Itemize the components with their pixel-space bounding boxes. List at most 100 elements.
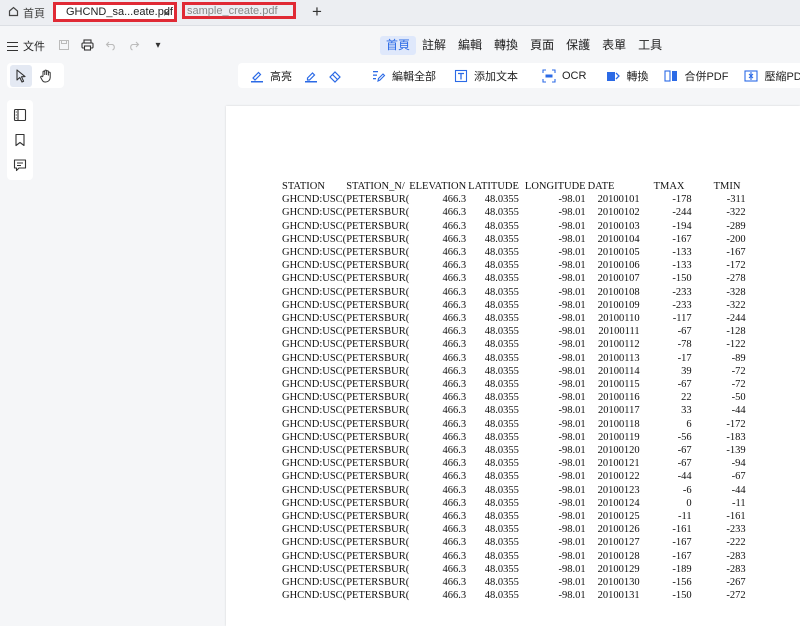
underline-tool-button[interactable] [304,69,324,83]
table-cell: -267 [726,577,746,589]
tab-protect[interactable]: 保護 [560,36,596,55]
redo-icon[interactable] [127,38,141,52]
table-cell: 466.3 [442,537,467,549]
table-cell: -98.01 [558,405,586,417]
comment-icon[interactable] [12,157,28,173]
table-cell: PETERSBUR( [346,247,410,259]
convert-button[interactable]: 轉換 [606,68,648,84]
table-cell: 20100106 [597,260,640,272]
cursor-icon[interactable] [10,64,32,87]
save-icon[interactable] [57,38,71,52]
action-toolbar: 高亮 編輯全部 添加文本 OCR 轉換 合併PDF 壓縮PD [0,62,800,90]
table-cell: -98.01 [558,497,586,509]
tab-home[interactable]: 首頁 [8,4,45,22]
table-cell: 20100101 [597,194,640,206]
table-cell: -133 [672,260,692,272]
table-cell: -11 [731,497,746,509]
tab-convert[interactable]: 轉換 [488,36,524,55]
table-cell: 466.3 [442,590,467,602]
table-cell: 48.0355 [484,484,519,496]
compress-icon [744,69,759,83]
table-cell: -98.01 [558,563,586,575]
tab-document-inactive[interactable]: sample_create.pdf [182,2,296,19]
table-cell: -98.01 [558,313,586,325]
column-header: DATE [587,181,615,192]
add-text-label: 添加文本 [474,70,518,83]
table-row: GHCND:USC(PETERSBUR(466.3 48.0355 -98.01 20… [282,352,746,365]
eraser-tool-button[interactable] [328,69,348,83]
table-cell: 48.0355 [484,497,519,509]
new-tab-button[interactable]: + [312,2,322,22]
table-cell: -328 [726,286,746,298]
tab-document-active[interactable]: GHCND_sa...eate.pdf × [53,2,177,22]
column-header: TMAX [653,181,685,192]
table-cell: 48.0355 [484,590,519,602]
table-cell: PETERSBUR( [346,431,410,443]
table-cell: PETERSBUR( [346,418,410,430]
merge-pdf-button[interactable]: 合併PDF [664,68,728,84]
table-cell: GHCND:USC( [282,379,347,391]
table-header-row: STATION STATION_N/ ELEVATION LATITUDE LO… [282,180,746,193]
tab-form[interactable]: 表單 [596,36,632,55]
table-row: GHCND:USC(PETERSBUR(466.3 48.0355 -98.01 20… [282,391,746,404]
table-cell: 20100103 [597,220,640,232]
table-cell: -11 [677,511,692,523]
table-cell: 20100105 [597,247,640,259]
table-cell: 466.3 [442,458,467,470]
tab-home-ribbon[interactable]: 首頁 [380,36,417,55]
underline-pen-icon [304,69,318,83]
close-icon[interactable]: × [163,6,170,20]
table-cell: -278 [726,273,746,285]
file-menu-button[interactable]: 文件 [7,38,45,54]
add-text-button[interactable]: 添加文本 [454,68,518,84]
table-cell: GHCND:USC( [282,260,347,272]
more-dropdown-icon[interactable]: ▾ [151,38,165,52]
compress-pdf-button[interactable]: 壓縮PDF [744,68,800,84]
ribbon-tabs: 首頁 註解 編輯 轉換 頁面 保護 表單 工具 [380,36,668,55]
menu-icon [7,41,18,51]
hand-icon[interactable] [35,65,57,87]
table-cell: GHCND:USC( [282,365,347,377]
table-cell: -98.01 [558,207,586,219]
print-icon[interactable] [80,38,94,52]
table-cell: 48.0355 [484,379,519,391]
thumbnails-icon[interactable] [12,107,28,123]
tab-annotate[interactable]: 註解 [416,36,452,55]
table-cell: -50 [731,392,746,404]
table-cell: -167 [672,537,692,549]
table-cell: -289 [726,220,746,232]
pdf-editor-window: 首頁 GHCND_sa...eate.pdf × sample_create.p… [0,0,800,626]
tab-page[interactable]: 頁面 [524,36,560,55]
table-row: GHCND:USC(PETERSBUR(466.3 48.0355 -98.01 20… [282,286,746,299]
tab-tools[interactable]: 工具 [632,36,668,55]
table-cell: -98.01 [558,577,586,589]
table-cell: PETERSBUR( [346,511,410,523]
table-cell: GHCND:USC( [282,497,347,509]
ocr-button[interactable]: OCR [542,68,586,83]
merge-pdf-label: 合併PDF [684,70,729,83]
table-cell: 20100125 [597,511,640,523]
tab-document-label: sample_create.pdf [187,4,278,17]
table-cell: PETERSBUR( [346,577,410,589]
table-cell: -322 [726,207,746,219]
bookmark-icon[interactable] [12,132,28,148]
table-cell: GHCND:USC( [282,537,347,549]
highlight-button[interactable]: 高亮 [250,68,292,84]
table-row: GHCND:USC(PETERSBUR(466.3 48.0355 -98.01 20… [282,550,746,563]
eraser-icon [328,69,342,83]
table-cell: -98.01 [558,511,586,523]
table-cell: PETERSBUR( [346,524,410,536]
table-cell: 48.0355 [484,537,519,549]
table-cell: 466.3 [442,247,467,259]
table-cell: 466.3 [442,418,467,430]
undo-icon[interactable] [104,38,118,52]
table-cell: PETERSBUR( [346,313,410,325]
tab-edit[interactable]: 編輯 [452,36,488,55]
table-cell: 20100119 [597,431,640,443]
document-page[interactable]: STATION STATION_N/ ELEVATION LATITUDE LO… [226,106,800,626]
table-cell: -98.01 [558,220,586,232]
edit-all-button[interactable]: 編輯全部 [372,68,436,84]
convert-icon [606,69,621,83]
table-cell: PETERSBUR( [346,365,410,377]
table-cell: 466.3 [442,352,467,364]
